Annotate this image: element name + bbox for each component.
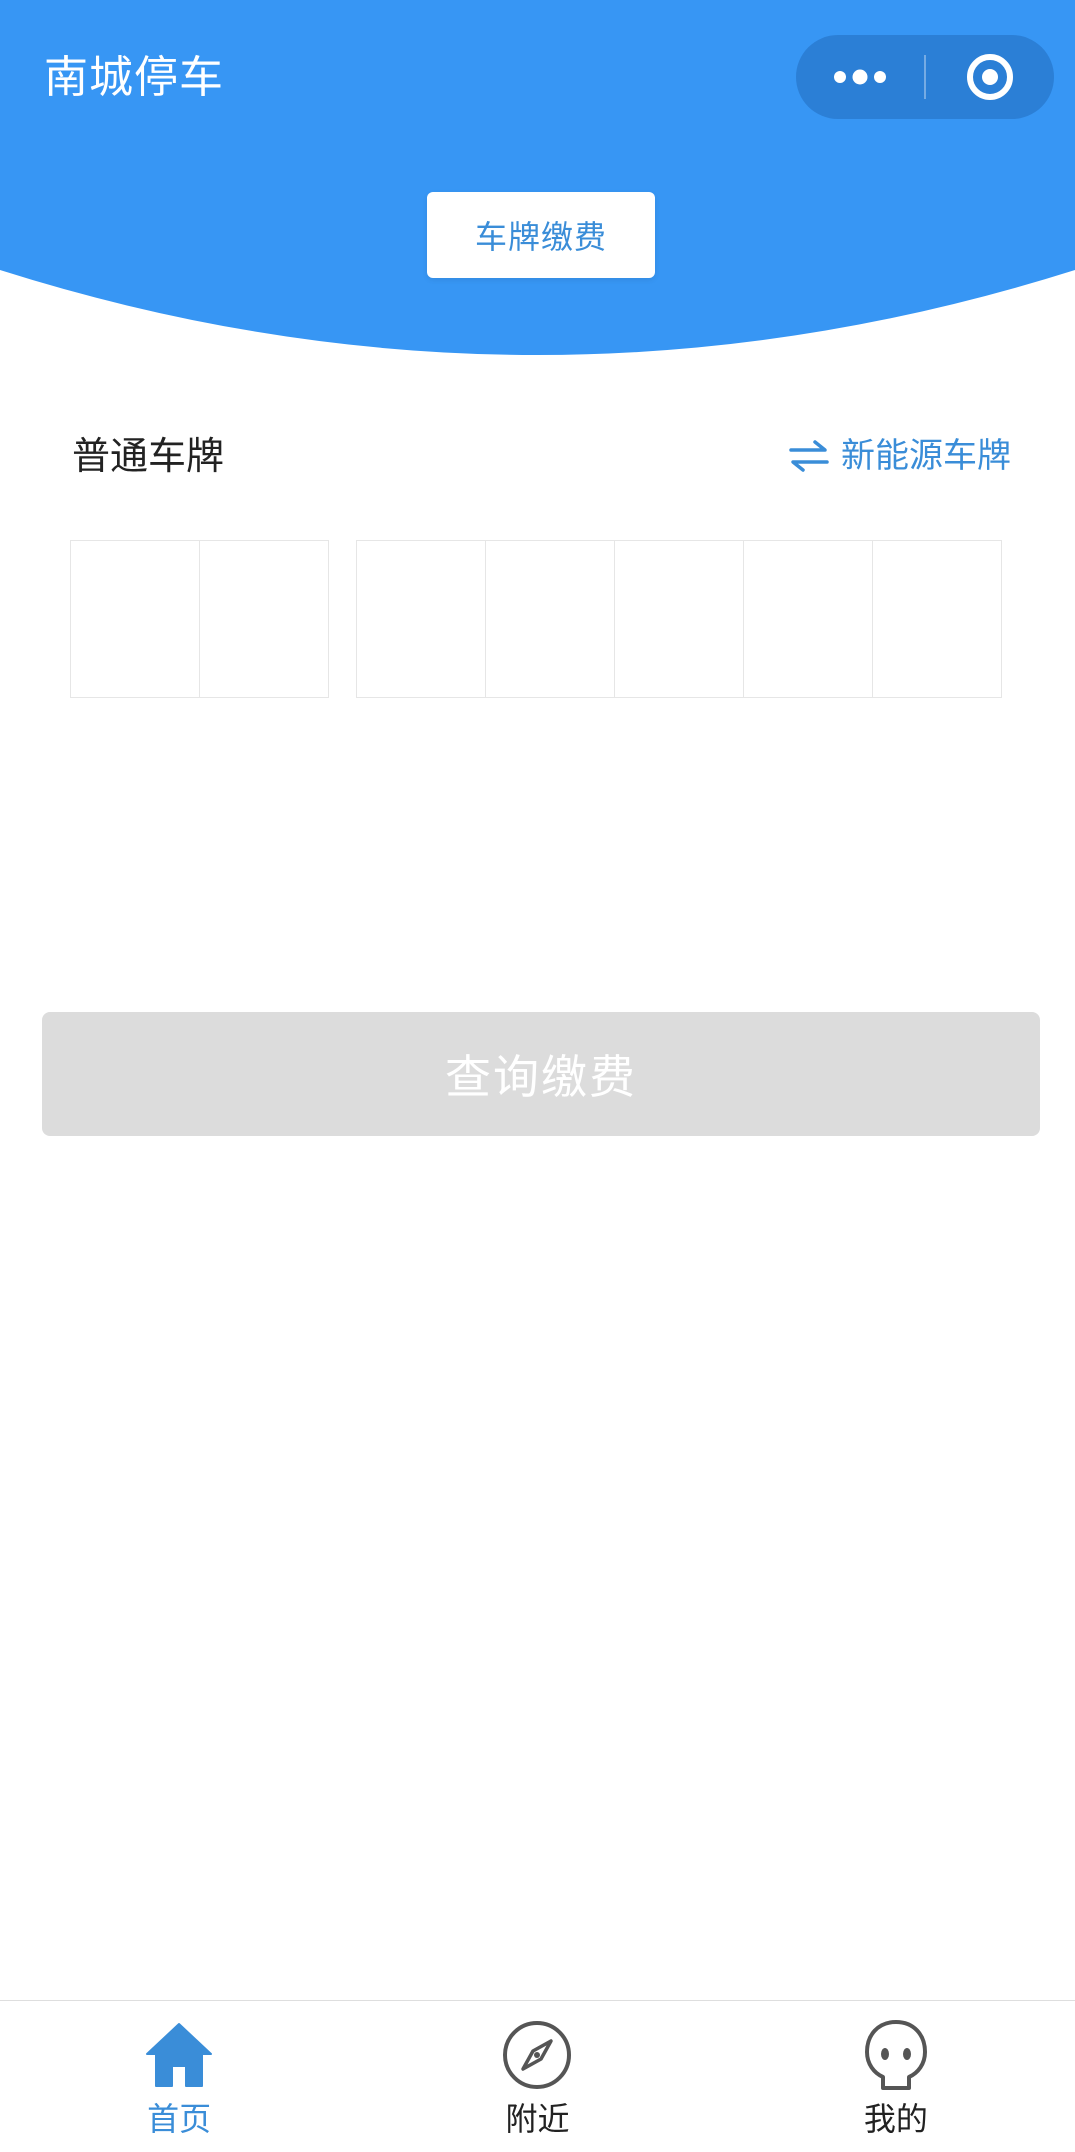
swap-arrows-icon <box>789 440 829 472</box>
mini-program-capsule <box>796 35 1054 119</box>
plate-cell-2[interactable] <box>199 540 329 698</box>
switch-new-energy-plate[interactable]: 新能源车牌 <box>787 430 1011 482</box>
close-button[interactable] <box>926 35 1054 119</box>
more-dots-icon <box>834 69 886 85</box>
plate-cell-1[interactable] <box>70 540 200 698</box>
tab-nearby-label: 附近 <box>505 2100 570 2138</box>
plate-number-input <box>70 540 1002 700</box>
tab-mine-label: 我的 <box>863 2100 928 2138</box>
compass-icon <box>499 2017 575 2093</box>
tab-plate-payment[interactable]: 车牌缴费 <box>427 192 655 278</box>
app-title: 南城停车 <box>44 52 224 103</box>
plate-number-group <box>356 540 1002 700</box>
tab-home-label: 首页 <box>147 2100 212 2138</box>
query-payment-button[interactable]: 查询缴费 <box>42 1012 1040 1136</box>
plate-cell-6[interactable] <box>743 540 873 698</box>
plate-cell-5[interactable] <box>614 540 744 698</box>
bottom-tab-bar: 首页 附近 我的 <box>0 2000 1075 2152</box>
target-circle-icon <box>967 54 1013 100</box>
home-icon <box>141 2017 217 2093</box>
plate-cell-4[interactable] <box>485 540 615 698</box>
user-face-icon <box>858 2017 934 2093</box>
plate-cell-7[interactable] <box>872 540 1002 698</box>
tab-mine[interactable]: 我的 <box>717 2001 1075 2152</box>
tab-home[interactable]: 首页 <box>0 2001 358 2152</box>
tab-nearby[interactable]: 附近 <box>358 2001 716 2152</box>
more-button[interactable] <box>796 35 924 119</box>
plate-type-label: 普通车牌 <box>72 434 225 478</box>
plate-prefix-group <box>70 540 329 700</box>
switch-new-energy-label: 新能源车牌 <box>841 436 1011 476</box>
plate-cell-3[interactable] <box>356 540 486 698</box>
